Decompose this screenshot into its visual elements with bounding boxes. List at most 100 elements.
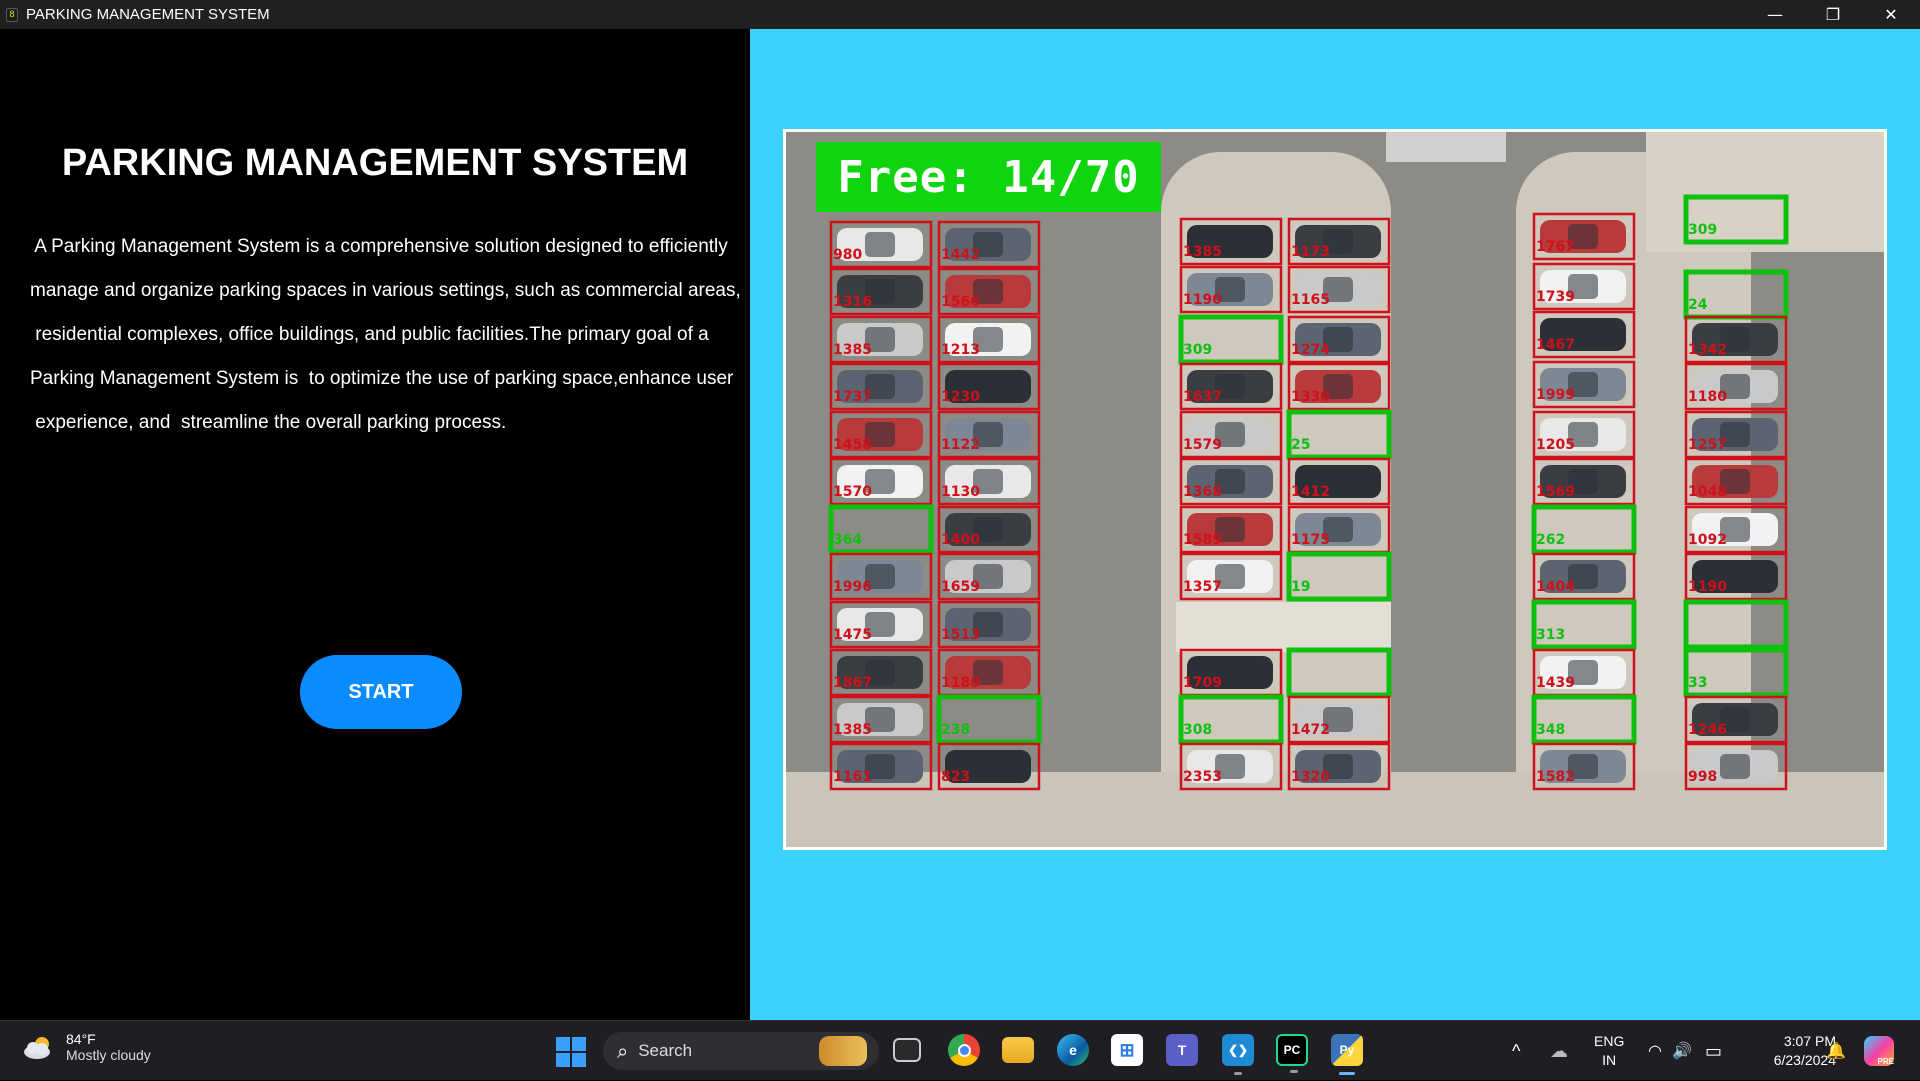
slot-id-label: 1173: [1291, 244, 1330, 260]
slot-id-label: 1589: [1183, 532, 1222, 548]
window-titlebar: 8 PARKING MANAGEMENT SYSTEM — ❐ ✕: [0, 0, 1920, 29]
slot-id-label: 1570: [833, 484, 872, 500]
description: A Parking Management System is a compreh…: [30, 225, 745, 445]
slot-id-label: 309: [1183, 342, 1212, 358]
bell-glyph: 🔔: [1826, 1043, 1846, 1060]
slot-id-label: 1316: [833, 294, 872, 310]
file-explorer-icon[interactable]: [1002, 1037, 1034, 1063]
slot-id-label: 1579: [1183, 437, 1222, 453]
slot-id-label: 1385: [833, 342, 872, 358]
slot-id-label: 1180: [1688, 389, 1727, 405]
weather-widget[interactable]: 84°F Mostly cloudy: [22, 1031, 151, 1063]
slot-id-label: 262: [1536, 532, 1565, 548]
notification-bell-icon[interactable]: 🔔: [1826, 1021, 1846, 1081]
hatched-area: [1176, 602, 1391, 652]
slot-id-label: 1467: [1536, 337, 1575, 353]
description-line: residential complexes, office buildings,…: [30, 324, 709, 345]
slot-id-label: 348: [1536, 722, 1565, 738]
slot-id-label: 1190: [1183, 292, 1222, 308]
slot-id-label: 309: [1688, 222, 1717, 238]
slot-id-label: 1175: [1291, 532, 1330, 548]
edge-icon[interactable]: e: [1057, 1034, 1089, 1066]
slot-id-label: 25: [1291, 437, 1310, 453]
slot-id-label: 1122: [941, 437, 980, 453]
description-line: Parking Management System is to optimize…: [30, 368, 734, 389]
tray-overflow-icon[interactable]: ^: [1512, 1021, 1520, 1081]
slot-id-label: 1092: [1688, 532, 1727, 548]
start-tile: [556, 1037, 570, 1051]
slot-id-label: 1566: [941, 294, 980, 310]
slot-id-label: 1996: [833, 579, 872, 595]
slot-id-label: 1569: [1536, 484, 1575, 500]
car-windshield: [973, 754, 1003, 779]
slot-id-label: 308: [1183, 722, 1212, 738]
vscode-icon[interactable]: ❮❯: [1222, 1034, 1254, 1075]
start-button[interactable]: START: [300, 655, 462, 729]
wifi-icon[interactable]: ◠: [1648, 1021, 1662, 1081]
copilot-icon[interactable]: PRE: [1864, 1021, 1894, 1081]
language-indicator[interactable]: ENG IN: [1594, 1032, 1624, 1070]
taskbar-search[interactable]: ⌕ Search: [603, 1032, 879, 1070]
chrome-center: [957, 1043, 971, 1057]
slot-id-label: 1190: [1688, 579, 1727, 595]
partly-cloudy-icon: [24, 1037, 50, 1059]
car-windshield: [865, 232, 895, 257]
slot-id-label: 1342: [1688, 342, 1727, 358]
slot-id-label: 1582: [1536, 769, 1575, 785]
description-line: experience, and streamline the overall p…: [30, 412, 507, 433]
battery-icon[interactable]: ▭: [1705, 1021, 1722, 1081]
chevron-up-icon: ^: [1512, 1040, 1521, 1061]
slot-id-label: 1458: [833, 437, 872, 453]
slot-id-label: 1737: [833, 389, 872, 405]
slot-id-label: 1709: [1183, 675, 1222, 691]
python-icon[interactable]: Py: [1331, 1034, 1363, 1075]
close-button[interactable]: ✕: [1862, 0, 1920, 29]
slot-id-label: 1246: [1688, 722, 1727, 738]
pycharm-icon[interactable]: PC: [1276, 1034, 1308, 1073]
slot-id-label: 24: [1688, 297, 1708, 313]
weather-condition: Mostly cloudy: [66, 1047, 151, 1063]
microsoft-store-icon[interactable]: ⊞: [1111, 1034, 1143, 1066]
slot-id-label: 1739: [1536, 289, 1575, 305]
slot-id-label: 1368: [1183, 484, 1222, 500]
slot-id-label: 1180: [941, 675, 980, 691]
taskbar: 84°F Mostly cloudy ⌕ Search e ⊞ T ❮❯ PC …: [0, 1020, 1920, 1080]
chrome-icon[interactable]: [948, 1034, 980, 1066]
volume-glyph: 🔊: [1672, 1043, 1692, 1060]
description-line: A Parking Management System is a compreh…: [30, 236, 728, 257]
onedrive-off-icon[interactable]: ☁: [1550, 1021, 1568, 1081]
slot-id-label: 1767: [1536, 239, 1575, 255]
slot-id-label: 1637: [1183, 389, 1222, 405]
wifi-glyph: ◠: [1648, 1043, 1662, 1060]
slot-id-label: 1330: [1291, 389, 1330, 405]
parking-video-frame: 980 1316 1385 1737 1458 1570 364 1996 1475 1867 13…: [783, 129, 1887, 850]
free-spaces-counter: Free: 14/70: [816, 142, 1161, 212]
app-icon: 8: [6, 7, 18, 22]
slot-id-label: 1472: [1291, 722, 1330, 738]
slot-id-label: 823: [941, 769, 970, 785]
slot-id-label: 1385: [1183, 244, 1222, 260]
slot-id-label: 1320: [1291, 769, 1330, 785]
window-controls: — ❐ ✕: [1746, 0, 1920, 29]
description-line: manage and organize parking spaces in va…: [30, 280, 741, 301]
slot-id-label: 2353: [1183, 769, 1222, 785]
slot-id-label: 1230: [941, 389, 980, 405]
task-view-icon[interactable]: [893, 1038, 921, 1062]
teams-icon[interactable]: T: [1166, 1034, 1198, 1066]
minimize-button[interactable]: —: [1746, 0, 1804, 29]
slot-id-label: 1442: [941, 247, 980, 263]
slot-id-label: 238: [941, 722, 970, 738]
windows-start-icon[interactable]: [556, 1037, 586, 1067]
restore-button[interactable]: ❐: [1804, 0, 1862, 29]
cloud-off-icon: ☁: [1550, 1040, 1568, 1061]
hatched-area: [1386, 132, 1506, 162]
battery-glyph: ▭: [1705, 1040, 1723, 1061]
volume-icon[interactable]: 🔊: [1672, 1021, 1692, 1081]
slot-id-label: 1213: [941, 342, 980, 358]
parking-lot-image: 980 1316 1385 1737 1458 1570 364 1996 1475 1867 13…: [786, 132, 1884, 847]
slot-id-label: 1257: [1688, 437, 1727, 453]
slot-id-label: 1205: [1536, 437, 1575, 453]
slot-id-label: 980: [833, 247, 862, 263]
slot-id-label: 1130: [941, 484, 980, 500]
start-tile: [572, 1053, 586, 1067]
